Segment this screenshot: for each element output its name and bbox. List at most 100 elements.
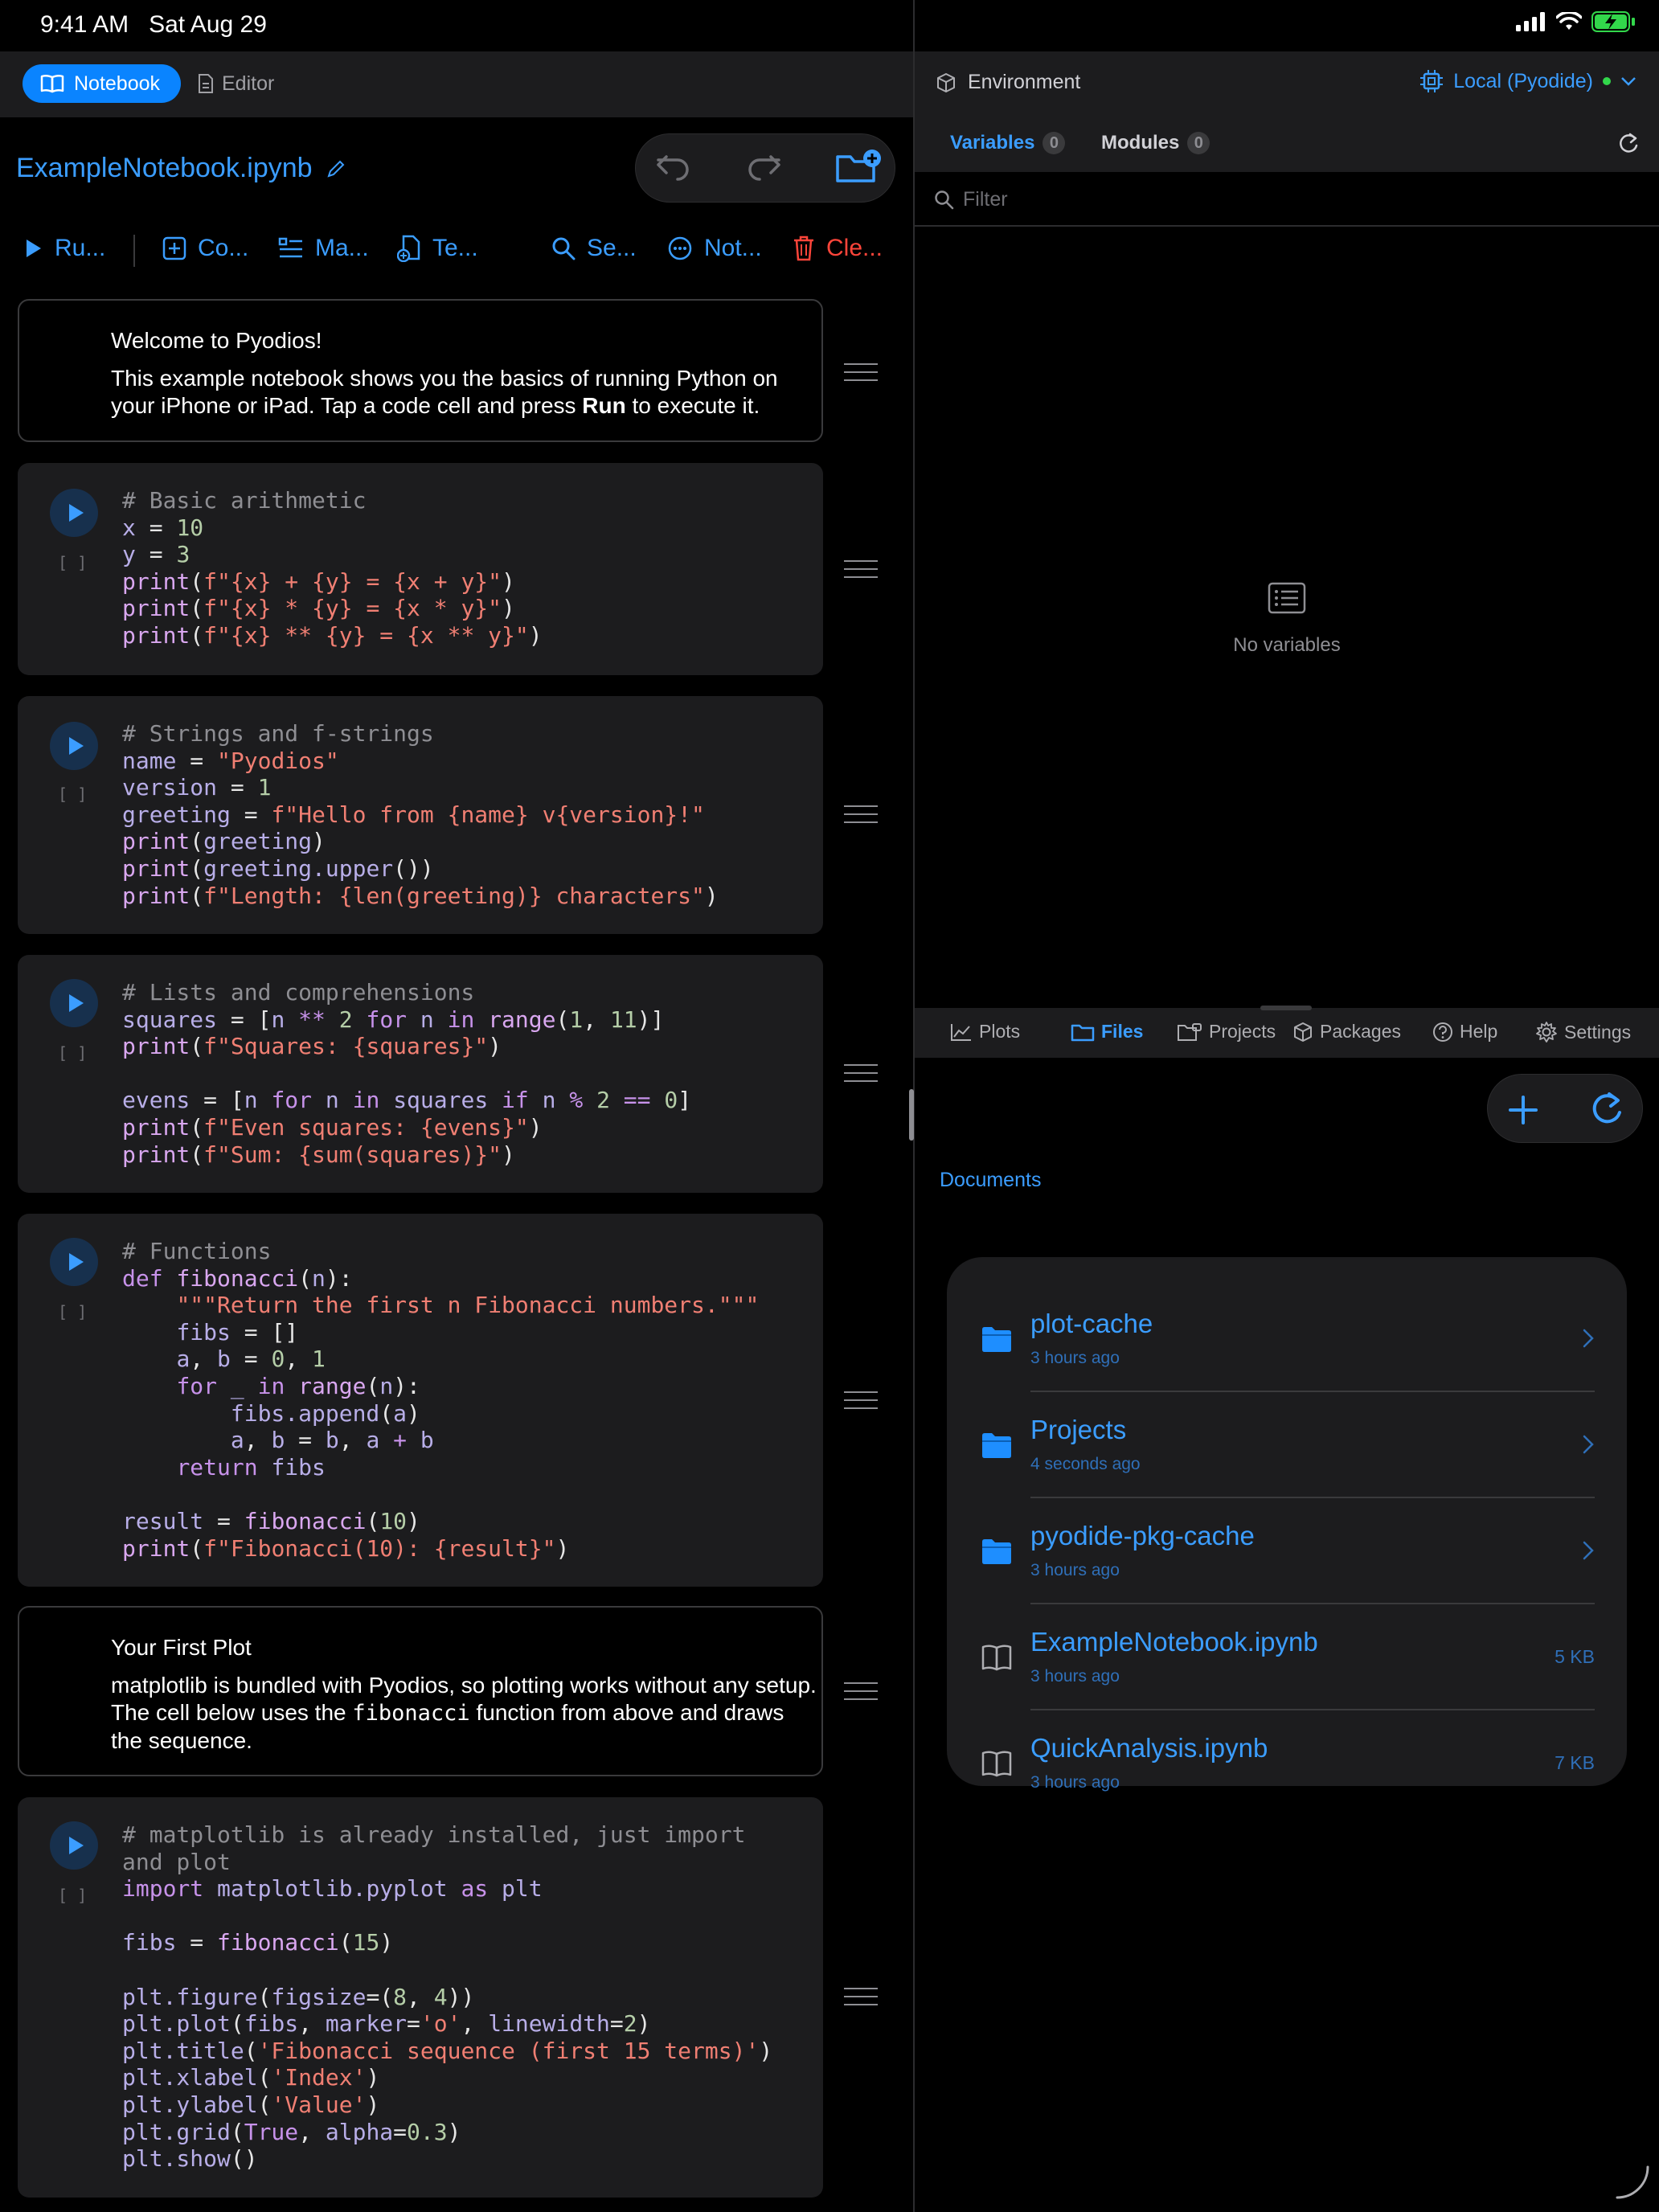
- chevron-right-icon: [1583, 1329, 1594, 1348]
- tab-projects[interactable]: Projects: [1177, 1021, 1276, 1043]
- code-editor[interactable]: # Functions def fibonacci(n): """Return t…: [122, 1238, 759, 1562]
- code-line: fibs = []: [176, 1318, 299, 1346]
- cell-drag-handle[interactable]: [844, 805, 878, 823]
- plus-icon[interactable]: [1507, 1094, 1539, 1126]
- run-cell-button[interactable]: [50, 722, 98, 770]
- code-editor[interactable]: # Strings and f-strings name = "Pyodios" v…: [122, 720, 719, 909]
- code-line: version = 1: [122, 774, 272, 801]
- notebook-menu-button[interactable]: Not...: [667, 235, 762, 262]
- undo-redo-group: [635, 133, 895, 203]
- template-button[interactable]: Te...: [397, 235, 478, 262]
- run-cell-button[interactable]: [50, 489, 98, 537]
- tab-packages[interactable]: Packages: [1292, 1021, 1401, 1043]
- breadcrumb[interactable]: Documents: [940, 1169, 1041, 1192]
- notebook-toolbar: Ru... Co... Ma... Te... Se... Not... Cle…: [0, 227, 913, 275]
- cell-drag-handle[interactable]: [844, 363, 878, 381]
- code-line: """Return the first n Fibonacci numbers.…: [176, 1292, 760, 1319]
- markdown-cell[interactable]: Your First Plot matplotlib is bundled wi…: [18, 1606, 823, 1776]
- folder-icon: [982, 1327, 1011, 1352]
- pane-resize-handle[interactable]: [909, 1089, 914, 1141]
- run-cell-button[interactable]: [50, 1821, 98, 1870]
- add-code-label: Co...: [198, 235, 249, 261]
- cell-drag-handle[interactable]: [844, 1988, 878, 2005]
- file-name: plot-cache: [1030, 1309, 1153, 1338]
- code-line: y = 3: [122, 541, 190, 568]
- document-plus-icon: [397, 235, 420, 262]
- tab-files[interactable]: Files: [1071, 1021, 1143, 1043]
- run-cell-button[interactable]: [50, 979, 98, 1027]
- tab-settings[interactable]: Settings: [1535, 1021, 1631, 1043]
- redo-icon[interactable]: [745, 152, 782, 184]
- markdown-cell[interactable]: Welcome to Pyodios! This example noteboo…: [18, 299, 823, 442]
- variables-count-badge: 0: [1043, 132, 1066, 154]
- file-name: Projects: [1030, 1415, 1127, 1444]
- code-cell[interactable]: [ ] # Strings and f-strings name = "Pyodi…: [18, 696, 823, 934]
- resize-corner-icon[interactable]: [1614, 2164, 1651, 2201]
- clear-button[interactable]: Cle...: [793, 235, 883, 262]
- runtime-selector[interactable]: Local (Pyodide): [1419, 69, 1636, 93]
- cell-drag-handle[interactable]: [844, 1064, 878, 1082]
- search-icon: [552, 237, 576, 260]
- markdown-heading: Your First Plot: [111, 1635, 252, 1660]
- code-line: def fibonacci(n):: [122, 1264, 353, 1292]
- filter-input[interactable]: [963, 185, 1622, 214]
- notebook-menu-label: Not...: [704, 235, 762, 261]
- notebook-mode-button[interactable]: Notebook: [23, 64, 182, 103]
- add-code-cell-button[interactable]: Co...: [162, 235, 248, 262]
- code-editor[interactable]: # Basic arithmetic x = 10 y = 3 print(f"{x}…: [122, 487, 543, 649]
- clear-label: Cle...: [826, 235, 883, 261]
- file-modified-time: 3 hours ago: [1030, 1667, 1120, 1686]
- new-folder-icon[interactable]: [835, 149, 882, 186]
- tab-modules[interactable]: Modules 0: [1101, 132, 1210, 154]
- tab-plots-label: Plots: [979, 1021, 1021, 1042]
- cell-drag-handle[interactable]: [844, 1391, 878, 1409]
- help-icon: [1433, 1022, 1452, 1042]
- environment-tabs: Variables 0 Modules 0: [915, 116, 1659, 172]
- variable-filter-bar: [915, 172, 1659, 227]
- file-row[interactable]: Projects 4 seconds ago: [947, 1392, 1627, 1498]
- file-row[interactable]: pyodide-pkg-cache 3 hours ago: [947, 1498, 1627, 1604]
- code-cell[interactable]: [ ] # Functions def fibonacci(n): """Retu…: [18, 1214, 823, 1587]
- add-markdown-cell-button[interactable]: Ma...: [278, 235, 369, 262]
- notebook-mode-label: Notebook: [74, 72, 161, 95]
- tab-files-label: Files: [1101, 1021, 1144, 1042]
- refresh-icon[interactable]: [1617, 132, 1640, 156]
- code-line: print(f"Even squares: {evens}"): [122, 1113, 543, 1141]
- file-row[interactable]: plot-cache 3 hours ago: [947, 1286, 1627, 1392]
- code-cell[interactable]: [ ] # Lists and comprehensions squares = …: [18, 955, 823, 1193]
- file-row[interactable]: ExampleNotebook.ipynb 3 hours ago 5 KB: [947, 1604, 1627, 1710]
- folder-icon: [982, 1539, 1011, 1564]
- cell-drag-handle[interactable]: [844, 560, 878, 578]
- notebook-title[interactable]: ExampleNotebook.ipynb: [16, 153, 346, 184]
- code-line: print(f"{x} ** {y} = {x ** y}"): [122, 621, 543, 649]
- run-cell-button[interactable]: [50, 1238, 98, 1286]
- code-line: greeting = f"Hello from {name} v{version…: [122, 801, 705, 828]
- pencil-icon: [326, 160, 344, 178]
- tab-help[interactable]: Help: [1432, 1021, 1497, 1043]
- cell-drag-handle[interactable]: [844, 1682, 878, 1700]
- tab-help-label: Help: [1460, 1021, 1498, 1042]
- play-icon: [27, 240, 41, 257]
- tab-plots[interactable]: Plots: [950, 1021, 1020, 1043]
- battery-charging-icon: [1591, 11, 1635, 32]
- gear-icon: [1536, 1022, 1557, 1043]
- editor-mode-button[interactable]: Editor: [198, 64, 274, 103]
- code-line: x = 10: [122, 514, 204, 541]
- refresh-icon[interactable]: [1589, 1091, 1624, 1128]
- code-cell[interactable]: [ ] # matplotlib is already installed, j…: [18, 1797, 823, 2198]
- file-name: QuickAnalysis.ipynb: [1030, 1733, 1268, 1763]
- code-editor[interactable]: # matplotlib is already installed, just …: [122, 1821, 772, 2173]
- undo-icon[interactable]: [655, 152, 692, 184]
- cube-icon: [937, 72, 955, 92]
- bottom-panel-tabs: Plots Files Projects Packages Help Setti…: [915, 1006, 1659, 1058]
- tab-variables[interactable]: Variables 0: [950, 132, 1066, 154]
- search-button[interactable]: Se...: [551, 235, 637, 262]
- book-icon: [981, 1645, 1012, 1671]
- run-button[interactable]: Ru...: [24, 235, 105, 262]
- code-editor[interactable]: # Lists and comprehensions squares = [n *…: [122, 979, 691, 1168]
- environment-header: Environment Local (Pyodide): [915, 51, 1659, 116]
- panel-grabber[interactable]: [1260, 1006, 1312, 1010]
- code-cell[interactable]: [ ] # Basic arithmetic x = 10 y = 3 print(f…: [18, 463, 823, 675]
- file-row[interactable]: QuickAnalysis.ipynb 3 hours ago 7 KB: [947, 1710, 1627, 1817]
